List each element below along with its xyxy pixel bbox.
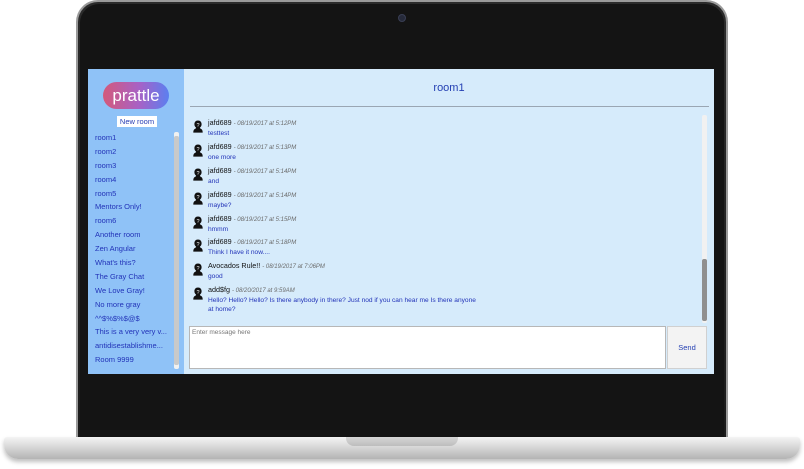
room-item[interactable]: We Love Gray! <box>88 284 174 298</box>
laptop-notch <box>346 437 458 446</box>
message-item: ? Avocados Rule!! - 08/19/2017 at 7:06PM g… <box>190 261 700 285</box>
user-silhouette-icon: ? <box>193 287 203 300</box>
message-timestamp: - 08/19/2017 at 5:14PM <box>233 192 297 199</box>
room-item[interactable]: Mentors Only! <box>88 200 174 214</box>
message-timestamp: - 08/19/2017 at 7:06PM <box>262 264 325 271</box>
message-input[interactable] <box>189 326 666 369</box>
message-timestamp: - 08/20/2017 at 9:59AM <box>231 288 295 295</box>
message-item: ? jafd689 - 08/19/2017 at 5:12PM testtest <box>190 118 700 142</box>
message-header: Avocados Rule!! - 08/19/2017 at 7:06PM <box>208 261 700 272</box>
sidebar: prattle New room room1 room2 room3 room4 roo… <box>88 69 184 374</box>
message-header: jafd689 - 08/19/2017 at 5:12PM <box>208 118 700 129</box>
message-username: jafd689 <box>208 237 232 247</box>
message-username: jafd689 <box>208 189 232 199</box>
message-header: jafd689 - 08/19/2017 at 5:18PM <box>208 237 700 248</box>
svg-text:?: ? <box>196 266 199 272</box>
message-timestamp: - 08/19/2017 at 5:12PM <box>233 121 297 127</box>
user-silhouette-icon: ? <box>193 144 203 157</box>
svg-text:?: ? <box>196 290 199 296</box>
message-text: Think I have it now.... <box>208 249 270 257</box>
room-item[interactable]: Another room <box>88 228 174 242</box>
message-text: testtest <box>208 130 230 137</box>
chat-main: room1 ? jafd689 - 08/19/2017 at 5:12PM tes… <box>184 69 714 374</box>
message-timestamp: - 08/19/2017 at 5:15PM <box>233 216 297 223</box>
message-username: Avocados Rule!! <box>208 261 261 271</box>
send-button[interactable]: Send <box>667 326 707 369</box>
user-silhouette-icon: ? <box>193 216 203 229</box>
svg-text:?: ? <box>196 147 199 153</box>
message-username: jafd689 <box>208 141 232 151</box>
message-item: ? add$fg - 08/20/2017 at 9:59AM Hello? Hel… <box>190 285 700 319</box>
message-header: jafd689 - 08/19/2017 at 5:15PM <box>208 214 700 225</box>
message-username: jafd689 <box>208 213 232 223</box>
user-silhouette-icon: ? <box>193 168 203 181</box>
sidebar-scrollbar[interactable] <box>174 132 179 369</box>
room-item[interactable]: Zen Angular <box>88 242 174 256</box>
room-item[interactable]: ^^$%$%$@$ <box>88 312 174 326</box>
message-timestamp: - 08/19/2017 at 5:14PM <box>233 168 297 175</box>
message-item: ? jafd689 - 08/19/2017 at 5:14PM and <box>190 166 700 190</box>
svg-text:?: ? <box>196 171 199 177</box>
room-item[interactable]: This is a very very v... <box>88 325 174 339</box>
message-username: jafd689 <box>208 118 232 127</box>
room-item[interactable]: Room 9999 <box>88 353 174 367</box>
message-text: hmmm <box>208 225 229 233</box>
message-item: ? jafd689 - 08/19/2017 at 5:14PM maybe? <box>190 190 700 214</box>
message-timestamp: - 08/19/2017 at 5:13PM <box>233 144 297 151</box>
room-item[interactable]: room5 <box>88 187 174 201</box>
user-silhouette-icon: ? <box>193 120 203 133</box>
message-item: ? jafd689 - 08/19/2017 at 5:13PM one more <box>190 142 700 166</box>
room-list: room1 room2 room3 room4 room5 Mentors Only! ro… <box>88 131 174 371</box>
message-header: jafd689 - 08/19/2017 at 5:14PM <box>208 166 700 177</box>
svg-text:?: ? <box>196 218 199 224</box>
room-item[interactable]: antidisestablishme... <box>88 339 174 353</box>
room-item[interactable]: room4 <box>88 173 174 187</box>
message-text: maybe? <box>208 201 232 209</box>
room-title: room1 <box>433 82 465 94</box>
room-item[interactable]: The Gray Chat <box>88 270 174 284</box>
svg-text:?: ? <box>196 123 199 129</box>
svg-text:?: ? <box>196 194 199 200</box>
message-timestamp: - 08/19/2017 at 5:18PM <box>233 240 297 247</box>
sidebar-scrollbar-thumb[interactable] <box>174 136 179 365</box>
app-logo: prattle <box>103 82 169 109</box>
room-item[interactable]: No more gray <box>88 298 174 312</box>
room-item[interactable]: room6 <box>88 214 174 228</box>
message-text: one more <box>208 153 236 161</box>
message-list: ? jafd689 - 08/19/2017 at 5:12PM testtest?… <box>190 118 700 323</box>
user-silhouette-icon: ? <box>193 192 203 205</box>
room-item[interactable]: room3 <box>88 159 174 173</box>
title-divider <box>190 106 709 107</box>
message-header: jafd689 - 08/19/2017 at 5:13PM <box>208 142 700 153</box>
message-text: good <box>208 273 223 281</box>
new-room-button[interactable]: New room <box>117 116 157 127</box>
room-item[interactable]: What's this? <box>88 256 174 270</box>
message-header: add$fg - 08/20/2017 at 9:59AM <box>208 285 700 296</box>
message-scrollbar-thumb[interactable] <box>702 259 707 321</box>
room-item[interactable]: room2 <box>88 145 174 159</box>
message-item: ? jafd689 - 08/19/2017 at 5:15PM hmmm <box>190 214 700 238</box>
room-item[interactable]: room1 <box>88 131 174 145</box>
message-header: jafd689 - 08/19/2017 at 5:14PM <box>208 190 700 201</box>
user-silhouette-icon: ? <box>193 263 203 276</box>
message-item: ? jafd689 - 08/19/2017 at 5:18PM Think I h… <box>190 237 700 261</box>
app-screen: prattle New room room1 room2 room3 room4 roo… <box>88 69 714 374</box>
user-silhouette-icon: ? <box>193 239 203 253</box>
message-scrollbar[interactable] <box>702 115 707 323</box>
message-text: Hello? Hello? Hello? Is there anybody in… <box>208 297 476 314</box>
message-username: jafd689 <box>208 165 232 175</box>
message-text: and <box>208 177 220 185</box>
svg-text:?: ? <box>196 242 199 248</box>
message-username: add$fg <box>208 285 230 295</box>
camera-icon <box>398 14 406 22</box>
